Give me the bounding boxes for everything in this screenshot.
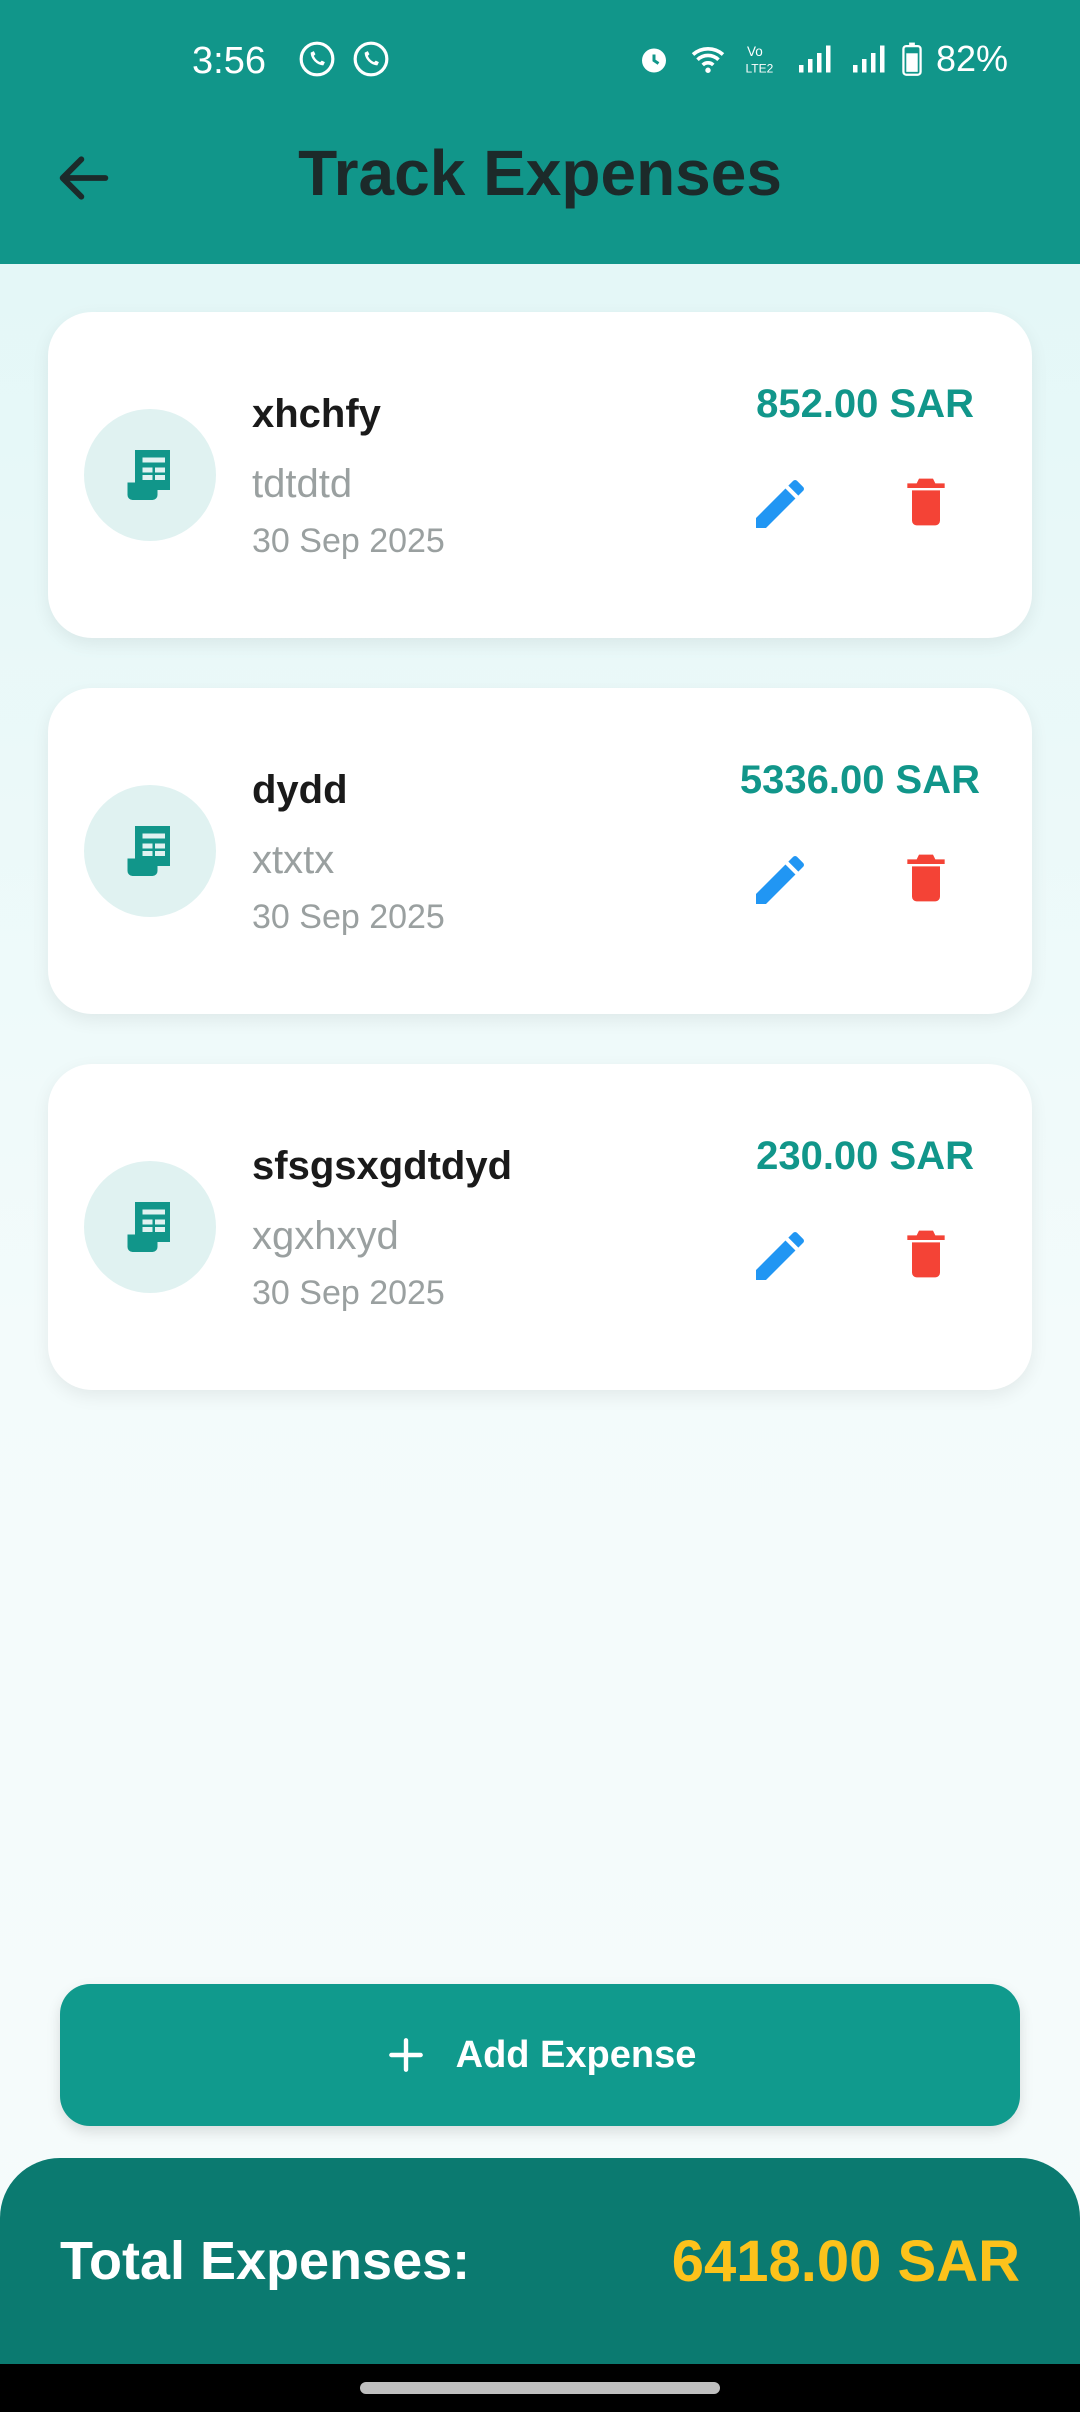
app-bar: 3:56 Vo LTE2 82% Track Expenses (0, 0, 1080, 264)
plus-icon (388, 2038, 423, 2072)
expense-amount: 852.00 SAR (756, 382, 974, 426)
edit-pencil-icon[interactable] (748, 1224, 812, 1288)
status-bar: 3:56 Vo LTE2 82% (0, 0, 1080, 124)
svg-text:LTE2: LTE2 (745, 62, 773, 76)
receipt-icon-badge (84, 1161, 216, 1293)
expense-card[interactable]: xhchfy tdtdtd 30 Sep 2025 852.00 SAR (48, 312, 1032, 638)
volte-icon: Vo LTE2 (745, 44, 773, 76)
add-expense-button[interactable]: Add Expense (60, 1984, 1020, 2126)
battery-percent: 82% (935, 38, 1008, 79)
expense-date: 30 Sep 2025 (252, 898, 445, 936)
total-amount: 6418.00 SAR (671, 2229, 1020, 2294)
expense-description: tdtdtd (252, 462, 353, 506)
whatsapp-icon (299, 41, 335, 77)
expense-card[interactable]: dydd xtxtx 30 Sep 2025 5336.00 SAR (48, 688, 1032, 1014)
expense-date: 30 Sep 2025 (252, 522, 445, 560)
alarm-icon (641, 48, 666, 73)
wifi-icon (691, 47, 725, 73)
svg-text:Vo: Vo (747, 44, 763, 59)
page-title: Track Expenses (298, 137, 782, 209)
receipt-icon (127, 450, 170, 500)
battery-icon (902, 42, 922, 76)
delete-trash-icon[interactable] (898, 472, 954, 532)
signal-icon (852, 45, 885, 73)
whatsapp-icon (353, 41, 389, 77)
receipt-icon (127, 826, 170, 876)
expense-amount: 5336.00 SAR (739, 758, 980, 802)
receipt-icon (127, 1202, 170, 1252)
expense-date: 30 Sep 2025 (252, 1274, 445, 1312)
delete-trash-icon[interactable] (898, 848, 954, 908)
add-expense-label: Add Expense (455, 2033, 697, 2076)
receipt-icon-badge (84, 785, 216, 917)
expense-amount: 230.00 SAR (756, 1134, 974, 1178)
expense-description: xtxtx (252, 838, 335, 882)
edit-pencil-icon[interactable] (748, 472, 812, 536)
receipt-icon-badge (84, 409, 216, 541)
signal-icon (798, 45, 831, 73)
home-gesture-handle[interactable] (360, 2382, 720, 2394)
expense-name: xhchfy (252, 392, 381, 436)
gesture-nav-bar (0, 2364, 1080, 2412)
delete-trash-icon[interactable] (898, 1224, 954, 1284)
status-time: 3:56 (192, 40, 266, 82)
edit-pencil-icon[interactable] (748, 848, 812, 912)
total-label: Total Expenses: (60, 2231, 471, 2291)
total-footer: Total Expenses: 6418.00 SAR (0, 2158, 1080, 2364)
expense-description: xgxhxyd (252, 1214, 399, 1258)
expense-name: sfsgsxgdtdyd (252, 1144, 513, 1188)
expense-name: dydd (252, 768, 348, 812)
expense-card[interactable]: sfsgsxgdtdyd xgxhxyd 30 Sep 2025 230.00 … (48, 1064, 1032, 1390)
